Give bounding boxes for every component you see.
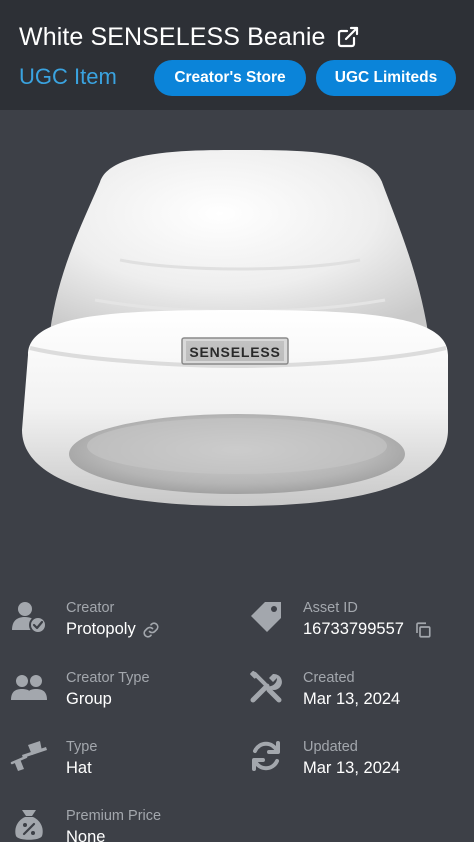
item-title: White SENSELESS Beanie [19, 22, 326, 51]
creator-value[interactable]: Protopoly [66, 620, 160, 639]
creators-store-button[interactable]: Creator's Store [154, 60, 306, 96]
item-details: Creator Protopoly Asset ID 16733799557 C… [0, 590, 474, 842]
asset-id-value: 16733799557 [303, 620, 404, 638]
tag-icon [247, 598, 285, 636]
asset-id-value-row: 16733799557 [303, 620, 432, 639]
type-value: Hat [66, 759, 92, 777]
creator-type-label: Creator Type [66, 670, 150, 686]
item-category: UGC Item [19, 64, 117, 89]
copy-icon[interactable] [414, 621, 432, 639]
beanie-crown [50, 150, 428, 332]
updated-value: Mar 13, 2024 [303, 759, 401, 777]
ugc-limiteds-button[interactable]: UGC Limiteds [316, 60, 456, 96]
premium-price-label: Premium Price [66, 808, 162, 824]
type-label: Type [66, 739, 98, 755]
item-thumbnail: SENSELESS [0, 110, 474, 580]
creator-name[interactable]: Protopoly [66, 620, 136, 639]
updated-label: Updated [303, 739, 358, 755]
group-icon [10, 668, 48, 706]
external-link-icon[interactable] [336, 25, 360, 49]
link-icon[interactable] [142, 621, 160, 639]
user-verified-icon [10, 598, 48, 636]
item-header: White SENSELESS Beanie UGC Item Creator'… [0, 0, 474, 110]
refresh-icon [247, 737, 285, 775]
created-value: Mar 13, 2024 [303, 690, 401, 708]
creator-type-value: Group [66, 690, 112, 708]
beanie-label-text: SENSELESS [189, 344, 280, 360]
created-label: Created [303, 670, 355, 686]
tools-icon [247, 668, 285, 706]
asset-id-label: Asset ID [303, 600, 358, 616]
hat-icon [10, 737, 48, 775]
money-bag-icon [10, 806, 48, 842]
title-row: White SENSELESS Beanie [19, 20, 360, 54]
premium-price-value: None [66, 828, 106, 842]
creator-label: Creator [66, 600, 115, 616]
